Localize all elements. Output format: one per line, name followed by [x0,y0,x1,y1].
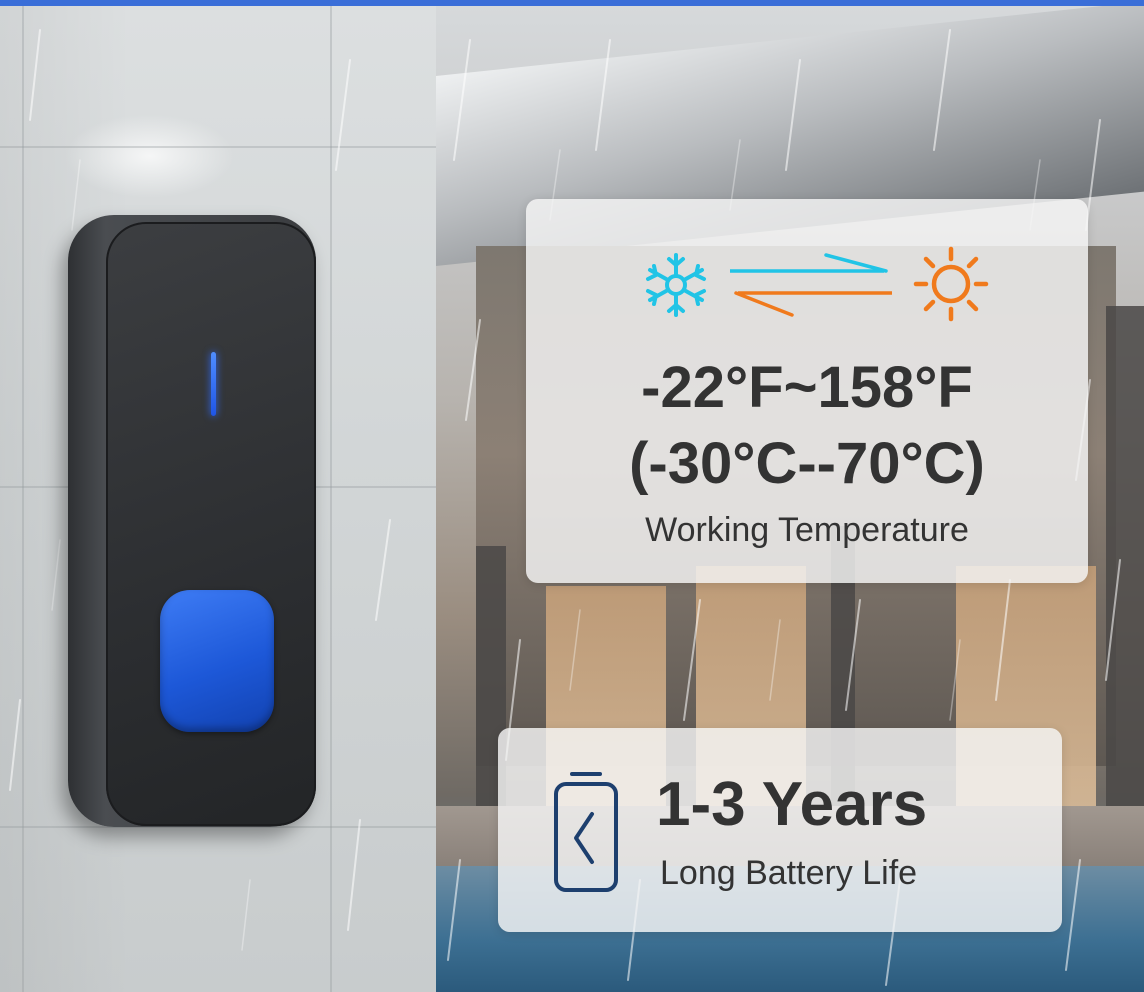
sun-icon [913,246,989,322]
battery-years: 1-3 Years [656,770,928,839]
pillar [1106,306,1144,816]
battery-life-card: 1-3 Years Long Battery Life [498,728,1062,932]
temperature-fahrenheit: -22°F~158°F [641,355,973,420]
battery-icon [554,772,618,892]
doorbell-led-indicator [211,352,216,416]
working-temperature-label: Working Temperature [645,511,969,549]
temperature-celsius: (-30°C--70°C) [629,431,985,496]
doorbell-push-button[interactable] [160,590,274,732]
battery-life-label: Long Battery Life [660,854,918,892]
working-temperature-card: -22°F~158°F (-30°C--70°C) Working Temper… [526,199,1088,583]
exchange-arrows-icon [730,253,892,317]
doorbell-face [106,222,316,826]
snowflake-icon [646,253,706,317]
